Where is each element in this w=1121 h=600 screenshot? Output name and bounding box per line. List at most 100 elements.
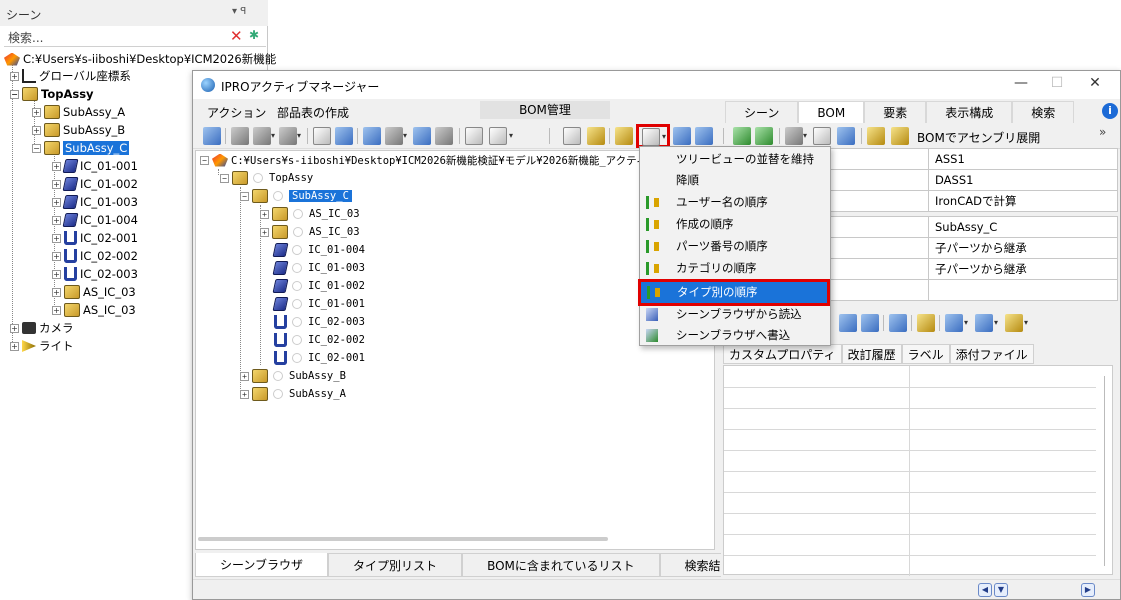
menu-item-creation-order[interactable]: 作成の順序 (640, 214, 830, 235)
part-tool-icon[interactable] (363, 127, 381, 145)
tab-elements[interactable]: 要素 (864, 101, 927, 123)
edit-icon[interactable] (563, 127, 581, 145)
scene-tree-item[interactable]: + AS_IC_03 (52, 283, 136, 301)
collapse-icon[interactable]: − (200, 155, 209, 165)
part-prop-icon[interactable] (839, 314, 857, 332)
tab-attachments[interactable]: 添付ファイル (949, 344, 1034, 364)
vertical-scrollbar[interactable] (1104, 376, 1110, 566)
bom-expand-label[interactable]: BOMでアセンブリ展開 (917, 129, 1040, 146)
tree-row[interactable]: + AS_IC_03 (260, 223, 360, 241)
prop-value-cell[interactable]: IronCADで計算 (928, 190, 1118, 212)
tree-row[interactable]: − TopAssy (220, 169, 313, 187)
collapse-icon[interactable]: − (220, 173, 229, 183)
pencil-icon[interactable] (587, 127, 605, 145)
toolbar-overflow-icon[interactable]: » (1099, 125, 1106, 139)
link-icon[interactable] (253, 127, 271, 145)
tab-bom[interactable]: BOM (798, 101, 865, 123)
folder-icon[interactable] (917, 314, 935, 332)
part-prop2-icon[interactable] (861, 314, 879, 332)
menu-item-user-name-order[interactable]: ユーザー名の順序 (640, 192, 830, 213)
node-icon[interactable] (279, 127, 297, 145)
copy-icon[interactable] (385, 127, 403, 145)
expand-icon[interactable]: + (10, 341, 19, 351)
tab-custom-properties[interactable]: カスタムプロパティ (723, 344, 842, 364)
expand-icon[interactable]: + (52, 233, 61, 243)
scene-tree-item[interactable]: + グローバル座標系 (10, 67, 131, 85)
expand-icon[interactable]: + (260, 209, 269, 219)
expand-icon[interactable]: + (52, 269, 61, 279)
tree-row[interactable]: IC_02-002 (274, 331, 365, 349)
find-icon[interactable] (615, 127, 633, 145)
custom-property-grid[interactable] (723, 365, 1113, 576)
expand-icon[interactable]: + (260, 227, 269, 237)
menu-action[interactable]: アクション (207, 104, 266, 121)
nav-prev-icon[interactable]: ◀ (978, 583, 992, 597)
scene-tree-item[interactable]: − TopAssy (10, 85, 94, 103)
network-icon[interactable] (435, 127, 453, 145)
scene-tree-item[interactable]: + IC_01-001 (52, 157, 138, 175)
prop-value-cell[interactable]: ASS1 (928, 148, 1118, 170)
menu-item-import-scene-browser[interactable]: シーンブラウザから読込 (640, 304, 830, 325)
expand-icon[interactable]: + (52, 215, 61, 225)
expand-icon[interactable]: + (240, 371, 249, 381)
minimize-button[interactable]: — (1003, 75, 1039, 95)
scene-tree-item[interactable]: + IC_01-002 (52, 175, 138, 193)
prop-value-cell[interactable]: DASS1 (928, 169, 1118, 191)
tree-row[interactable]: − C:¥Users¥s-iiboshi¥Desktop¥ICM2026新機能検… (200, 151, 657, 169)
tree-row[interactable]: IC_02-003 (274, 313, 365, 331)
tab-search[interactable]: 検索 (1012, 101, 1075, 123)
nav-next-icon[interactable]: ▶ (1081, 583, 1095, 597)
tree-row[interactable]: − SubAssy_C (240, 187, 352, 205)
prop-value-cell[interactable]: 子パーツから継承 (928, 258, 1118, 280)
collapse-icon[interactable]: − (32, 143, 41, 153)
expand-icon[interactable]: + (32, 125, 41, 135)
prop-value-cell[interactable]: SubAssy_C (928, 216, 1118, 238)
pin-icon[interactable]: ▾ ꟼ (232, 6, 246, 17)
search-next-icon[interactable] (755, 127, 773, 145)
expand-icon[interactable]: + (52, 305, 61, 315)
hierarchy-icon[interactable] (231, 127, 249, 145)
tab-label[interactable]: ラベル (901, 344, 950, 364)
bom-tree-view[interactable]: − C:¥Users¥s-iiboshi¥Desktop¥ICM2026新機能検… (195, 150, 715, 550)
expand-icon[interactable]: + (10, 71, 19, 81)
grid-icon[interactable] (837, 127, 855, 145)
nav-down-icon[interactable]: ▼ (994, 583, 1008, 597)
info-icon[interactable]: i (1102, 103, 1118, 119)
tree-row[interactable]: IC_01-003 (272, 259, 365, 277)
clear-search-icon[interactable]: ✕ (230, 27, 243, 45)
menu-item-descending[interactable]: 降順 (640, 170, 830, 191)
tree-row[interactable]: IC_01-002 (272, 277, 365, 295)
rearrange-icon[interactable] (413, 127, 431, 145)
tab-scene[interactable]: シーン (725, 101, 799, 123)
scene-tree-item[interactable]: + ライト (10, 337, 74, 355)
search-green-icon[interactable] (733, 127, 751, 145)
menu-item-category-order[interactable]: カテゴリの順序 (640, 258, 830, 279)
gear-icon[interactable] (785, 127, 803, 145)
bom-assembly-icon[interactable] (891, 127, 909, 145)
menu-create-bom[interactable]: 部品表の作成 (277, 104, 349, 121)
expand-icon[interactable]: + (52, 251, 61, 261)
tree-row[interactable]: IC_02-001 (274, 349, 365, 367)
collapse-icon[interactable]: − (10, 89, 19, 99)
doc-icon[interactable] (975, 314, 993, 332)
expand-icon[interactable]: + (240, 389, 249, 399)
zoom-icon[interactable] (313, 127, 331, 145)
horizontal-scrollbar[interactable] (198, 537, 608, 541)
scene-tree-item[interactable]: + IC_02-003 (52, 265, 138, 283)
columns-icon[interactable] (489, 127, 507, 145)
scene-tree-item[interactable]: + カメラ (10, 319, 74, 337)
export-icon[interactable] (1005, 314, 1023, 332)
expand-icon[interactable]: + (52, 287, 61, 297)
tree-row[interactable]: + SubAssy_A (240, 385, 346, 403)
scene-tree-item[interactable]: + SubAssy_A (32, 103, 125, 121)
expand-icon[interactable]: + (32, 107, 41, 117)
report-icon[interactable] (695, 127, 713, 145)
scene-tree-item[interactable]: + AS_IC_03 (52, 301, 136, 319)
scene-tree-item[interactable]: + IC_02-002 (52, 247, 138, 265)
menu-item-part-number-order[interactable]: パーツ番号の順序 (640, 236, 830, 257)
filter-part-icon[interactable] (335, 127, 353, 145)
tab-bom-included-list[interactable]: BOMに含まれているリスト (462, 553, 660, 577)
add-column-icon[interactable] (945, 314, 963, 332)
menu-item-export-scene-browser[interactable]: シーンブラウザへ書込 (640, 325, 830, 346)
menu-item-keep-tree-order[interactable]: ツリービューの並替を維持 (640, 149, 830, 170)
